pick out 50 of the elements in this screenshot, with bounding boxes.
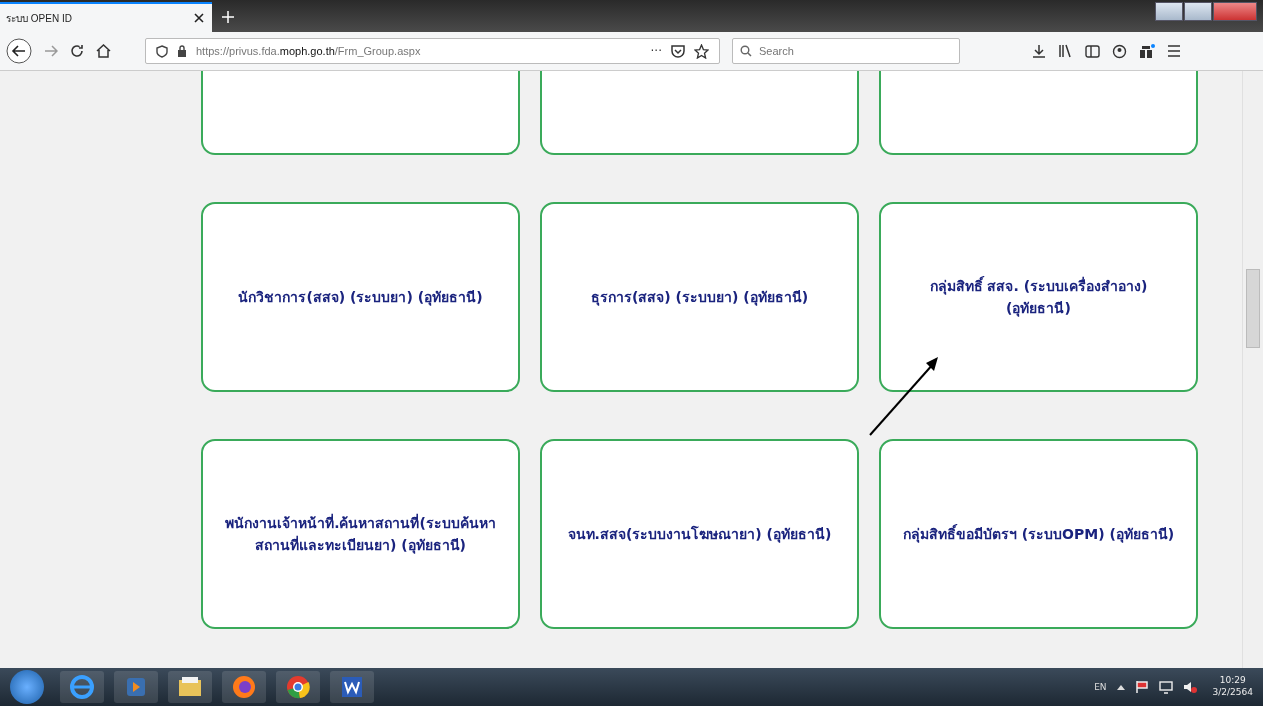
group-card[interactable]: ธุรการ(สสจ) (ระบบยา) (อุทัยธานี) bbox=[540, 202, 859, 392]
pocket-icon[interactable] bbox=[671, 44, 685, 58]
address-bar[interactable]: https://privus.fda.moph.go.th/Frm_Group.aspx ··· bbox=[145, 38, 720, 64]
network-icon[interactable] bbox=[1158, 680, 1173, 694]
search-field[interactable]: Search bbox=[732, 38, 960, 64]
group-name: จนท.สสจ(ระบบงานโฆษณายา) (อุทัยธานี) bbox=[567, 524, 832, 545]
media-icon[interactable] bbox=[114, 671, 158, 703]
group-card[interactable]: จนท.สสจ(ระบบงานโฆษณายา) (อุทัยธานี) bbox=[540, 439, 859, 629]
menu-icon[interactable] bbox=[1167, 45, 1181, 57]
forward-icon[interactable] bbox=[44, 44, 58, 58]
clock-date: 3/2/2564 bbox=[1212, 687, 1253, 699]
download-icon[interactable] bbox=[1032, 44, 1046, 58]
window-controls[interactable] bbox=[1155, 2, 1257, 21]
group-card[interactable]: พนักงานเจ้าหน้าที่.ค้นหาสถานที่(ระบบค้นหาสถานที่และทะเบียนยา) (อุทัยธานี) bbox=[201, 439, 520, 629]
browser-tab[interactable]: ระบบ OPEN ID bbox=[0, 2, 212, 32]
group-name: กลุ่มสิทธิ์ สสจ. (ระบบเครื่องสำอาง) (อุทัยธานี) bbox=[928, 275, 1149, 319]
sidebar-icon[interactable] bbox=[1085, 44, 1100, 58]
scrollbar[interactable] bbox=[1242, 71, 1263, 668]
start-button[interactable] bbox=[10, 670, 44, 704]
language-indicator[interactable]: EN bbox=[1094, 682, 1107, 692]
tab-title: ระบบ OPEN ID bbox=[6, 11, 73, 26]
caret-icon[interactable] bbox=[1116, 684, 1125, 690]
home-icon[interactable] bbox=[96, 44, 111, 58]
flag-icon[interactable] bbox=[1134, 680, 1149, 694]
lock-icon bbox=[177, 45, 187, 57]
group-name: พนักงานเจ้าหน้าที่.ค้นหาสถานที่(ระบบค้นหาสถานที่และทะเบียนยา) (อุทัยธานี) bbox=[224, 512, 497, 556]
volume-icon[interactable] bbox=[1182, 680, 1197, 694]
clock-time: 10:29 bbox=[1219, 675, 1246, 687]
library-icon[interactable] bbox=[1058, 44, 1073, 58]
reload-icon[interactable] bbox=[70, 44, 84, 58]
group-card[interactable]: กลุ่มสิทธิ์ สสจ. (ระบบเครื่องสำอาง) (อุทัยธานี) bbox=[879, 202, 1198, 392]
shield-icon bbox=[156, 44, 168, 58]
back-icon[interactable] bbox=[6, 38, 32, 64]
group-name: กลุ่มสิทธิ์ขอมีบัตรฯ (ระบบOPM) (อุทัยธานี) bbox=[902, 523, 1175, 545]
search-icon bbox=[740, 45, 752, 57]
word-icon[interactable] bbox=[330, 671, 374, 703]
page-actions-button[interactable]: ··· bbox=[650, 44, 662, 58]
star-icon[interactable] bbox=[694, 43, 709, 59]
group-name: นักวิชาการ(สสจ) (ระบบยา) (อุทัยธานี) bbox=[238, 287, 483, 308]
group-name: ธุรการ(สสจ) (ระบบยา) (อุทัยธานี) bbox=[590, 287, 809, 308]
close-icon[interactable] bbox=[194, 13, 204, 23]
folder-icon[interactable] bbox=[168, 671, 212, 703]
extensions-icon[interactable] bbox=[1139, 43, 1155, 59]
clock[interactable]: 10:29 3/2/2564 bbox=[1212, 675, 1253, 699]
group-card[interactable]: นักวิชาการ(สสจ) (ระบบยา) (อุทัยธานี) bbox=[201, 202, 520, 392]
chrome-icon[interactable] bbox=[276, 671, 320, 703]
firefox-icon[interactable] bbox=[222, 671, 266, 703]
ie-icon[interactable] bbox=[60, 671, 104, 703]
url-text: https://privus.fda.moph.go.th/Frm_Group.aspx bbox=[196, 45, 421, 57]
group-card[interactable]: กลุ่มสิทธิ์ขอมีบัตรฯ (ระบบOPM) (อุทัยธานี) bbox=[879, 439, 1198, 629]
